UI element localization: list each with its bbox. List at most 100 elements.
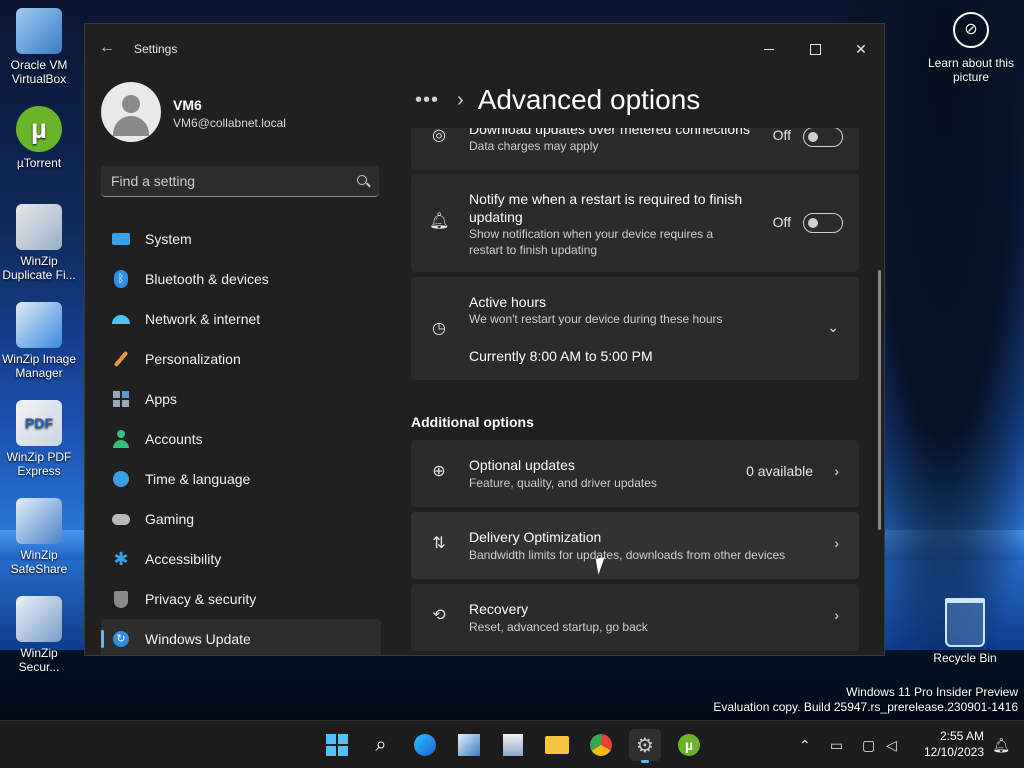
bluetooth-icon: ᛒ	[111, 269, 131, 289]
windows-logo-icon	[326, 734, 348, 756]
chrome-icon[interactable]	[585, 729, 617, 761]
sidebar-item-gaming[interactable]: Gaming	[101, 499, 381, 539]
clock[interactable]: 2:55 AM 12/10/2023	[924, 728, 984, 760]
metered-connections-card[interactable]: ◎ Download updates over metered connecti…	[411, 128, 859, 170]
search-input[interactable]	[111, 166, 341, 196]
recovery-icon: ⟲	[432, 607, 446, 624]
desktop-icon-label: WinZip Duplicate Fi...	[2, 254, 76, 282]
breadcrumb-chevron-icon: ›	[457, 88, 464, 111]
notify-toggle[interactable]	[803, 213, 843, 233]
active-hours-title: Active hours	[469, 294, 547, 310]
sidebar-item-apps[interactable]: Apps	[101, 379, 381, 419]
desktop-icon-winzip-image[interactable]: WinZip Image Manager	[0, 302, 78, 380]
start-button[interactable]	[321, 729, 353, 761]
title-bar[interactable]: ← Settings ✕	[85, 24, 884, 70]
winzip-secure-icon	[16, 596, 62, 642]
sidebar-item-accounts[interactable]: Accounts	[101, 419, 381, 459]
learn-about-label: Learn about this picture	[927, 56, 1015, 84]
person-icon	[111, 429, 131, 449]
search-icon[interactable]: ⌕	[365, 729, 397, 761]
sidebar-item-label: Accessibility	[145, 551, 222, 567]
sidebar-item-privacy[interactable]: Privacy & security	[101, 579, 381, 619]
shield-icon	[111, 589, 131, 609]
sidebar-item-label: Gaming	[145, 511, 195, 527]
chevron-right-icon: ›	[834, 535, 839, 551]
edge-icon[interactable]	[409, 729, 441, 761]
desktop-icon-winzip-secure[interactable]: WinZip Secur...	[0, 596, 78, 674]
sidebar-item-system[interactable]: System	[101, 219, 381, 259]
sidebar-item-accessibility[interactable]: ✱ Accessibility	[101, 539, 381, 579]
utorrent-icon[interactable]: µ	[673, 729, 705, 761]
optional-updates-card[interactable]: ⊕ Optional updates Feature, quality, and…	[411, 440, 859, 507]
notify-toggle-state: Off	[772, 214, 791, 230]
desktop-icon-winzip-duplicate[interactable]: WinZip Duplicate Fi...	[0, 204, 78, 282]
metered-toggle[interactable]	[803, 128, 843, 147]
scrollbar-thumb[interactable]	[878, 270, 881, 530]
winzip-duplicate-icon	[16, 204, 62, 250]
window-title: Settings	[134, 42, 178, 56]
sidebar-item-label: Personalization	[145, 351, 241, 367]
optional-updates-subtitle: Feature, quality, and driver updates	[469, 476, 657, 490]
chevron-up-icon[interactable]: ⌃	[799, 737, 811, 754]
delivery-optimization-card[interactable]: ⇅ Delivery Optimization Bandwidth limits…	[411, 512, 859, 579]
winzip-icon[interactable]	[453, 729, 485, 761]
desktop-icon-label: WinZip SafeShare	[10, 548, 68, 576]
desktop-icon-label: Oracle VM VirtualBox	[10, 58, 68, 86]
desktop-icon-utorrent[interactable]: µ µTorrent	[0, 106, 78, 170]
desktop-icon-label: µTorrent	[16, 156, 62, 170]
delivery-optimization-icon: ⇅	[432, 535, 446, 552]
minimize-button[interactable]	[746, 34, 792, 64]
winzip-secure-icon[interactable]	[497, 729, 529, 761]
sidebar-item-time-language[interactable]: Time & language	[101, 459, 381, 499]
optional-updates-count: 0 available	[746, 463, 813, 479]
chevron-down-icon[interactable]: ⌄	[827, 319, 839, 336]
sidebar-item-personalization[interactable]: Personalization	[101, 339, 381, 379]
desktop-icon-winzip-pdf[interactable]: PDF WinZip PDF Express	[0, 400, 78, 478]
sidebar-item-bluetooth[interactable]: ᛒ Bluetooth & devices	[101, 259, 381, 299]
desktop-icon-recycle-bin[interactable]: Recycle Bin	[920, 598, 1010, 665]
metered-title: Download updates over metered connection…	[469, 128, 750, 137]
page-title: Advanced options	[477, 84, 701, 115]
accessibility-icon: ✱	[113, 548, 129, 569]
avatar[interactable]	[101, 82, 161, 142]
virtualbox-icon	[16, 8, 62, 54]
settings-gear-icon[interactable]: ⚙	[629, 729, 661, 763]
recovery-card[interactable]: ⟲ Recovery Reset, advanced startup, go b…	[411, 584, 859, 651]
sidebar-item-network[interactable]: Network & internet	[101, 299, 381, 339]
camera-icon: ⊘	[953, 12, 989, 48]
notification-bell-icon[interactable]: 🔔︎	[992, 737, 1010, 754]
apps-icon	[111, 389, 131, 409]
network-offline-icon[interactable]: ▭	[830, 737, 843, 754]
close-button[interactable]: ✕	[838, 34, 884, 64]
active-hours-current: Currently 8:00 AM to 5:00 PM	[469, 348, 653, 364]
globe-clock-icon	[111, 469, 131, 489]
notify-title: Notify me when a restart is required to …	[469, 191, 743, 225]
desktop-icon-winzip-safeshare[interactable]: WinZip SafeShare	[0, 498, 78, 576]
volume-muted-icon[interactable]: ◁	[886, 737, 897, 754]
maximize-icon	[809, 43, 821, 55]
metered-subtitle: Data charges may apply	[469, 139, 599, 153]
taskbar: ⌕ ⚙ µ ⌃ ▭ ▢ ◁ 2:55 AM 12/10/2023 🔔︎	[0, 720, 1024, 768]
learn-about-picture[interactable]: ⊘ Learn about this picture	[926, 12, 1016, 84]
chevron-right-icon: ›	[834, 463, 839, 479]
breadcrumb-overflow-icon[interactable]: •••	[415, 89, 439, 112]
active-hours-subtitle: We won't restart your device during thes…	[469, 312, 723, 326]
section-title: Additional options	[411, 414, 534, 430]
sidebar-item-windows-update[interactable]: ↻ Windows Update	[101, 619, 381, 655]
recycle-bin-icon	[945, 598, 985, 647]
display-icon[interactable]: ▢	[862, 737, 875, 754]
delivery-optimization-subtitle: Bandwidth limits for updates, downloads …	[469, 548, 786, 562]
search-icon[interactable]	[357, 175, 367, 185]
active-hours-card[interactable]: ◷ Active hours We won't restart your dev…	[411, 277, 859, 380]
maximize-button[interactable]	[792, 34, 838, 64]
desktop-icon-virtualbox[interactable]: Oracle VM VirtualBox	[0, 8, 78, 86]
notify-restart-card[interactable]: 🔔︎ Notify me when a restart is required …	[411, 174, 859, 272]
avatar-head	[122, 95, 140, 113]
search-box[interactable]	[101, 166, 379, 197]
minimize-icon	[764, 48, 774, 50]
sidebar-nav: System ᛒ Bluetooth & devices Network & i…	[101, 219, 381, 655]
back-arrow-icon[interactable]: ←	[99, 39, 115, 57]
optional-updates-title: Optional updates	[469, 457, 575, 473]
file-explorer-icon[interactable]	[541, 729, 573, 761]
recovery-subtitle: Reset, advanced startup, go back	[469, 620, 648, 634]
